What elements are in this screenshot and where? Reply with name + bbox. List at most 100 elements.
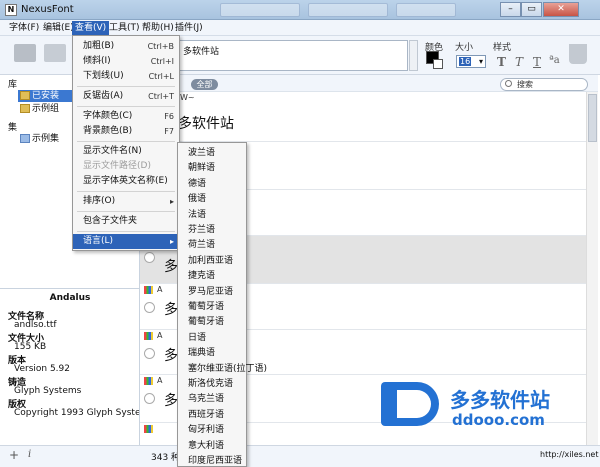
language-item[interactable]: 罗马尼亚语 — [188, 286, 233, 298]
font-row-preview: 多软件站 — [178, 116, 234, 132]
window-title: NexusFont — [21, 4, 74, 15]
search-input[interactable]: 搜索 — [500, 78, 588, 91]
sample-text-value: 多软件站 — [183, 47, 220, 57]
font-row[interactable]: W~ 多软件站 — [140, 92, 586, 142]
menu-font[interactable]: 字体(F) — [6, 21, 42, 35]
background-color-swatch[interactable] — [433, 59, 443, 69]
menu-item-label: 语言(L) — [83, 236, 114, 246]
add-folder-icon[interactable] — [44, 44, 66, 62]
menu-item-bold[interactable]: 加粗(B) Ctrl+B — [73, 39, 179, 54]
submenu-arrow-icon: ▸ — [169, 237, 174, 246]
row-radio[interactable] — [144, 393, 155, 404]
size-select[interactable]: 16 ▾ — [456, 55, 486, 68]
info-button[interactable]: i — [28, 449, 31, 460]
collection-header: 集 — [8, 123, 18, 133]
collection-icon — [20, 134, 30, 143]
menu-item-italic[interactable]: 倾斜(I) Ctrl+I — [73, 54, 179, 69]
bold-style-button[interactable]: T — [497, 55, 506, 69]
library-header: 库 — [8, 80, 18, 90]
menu-view[interactable]: 查看(V) — [72, 21, 110, 35]
language-item[interactable]: 法语 — [188, 209, 206, 221]
trash-icon[interactable] — [569, 44, 587, 64]
language-item[interactable]: 塞尔维亚语(拉丁语) — [188, 363, 267, 375]
view-menu-dropdown: 加粗(B) Ctrl+B 倾斜(I) Ctrl+I 下划线(U) Ctrl+L 反锯齿… — [72, 35, 180, 251]
language-item[interactable]: 匈牙利语 — [188, 424, 224, 436]
language-item[interactable]: 意大利语 — [188, 440, 224, 452]
sidebar-item-label: 示例组 — [32, 104, 60, 114]
underline-style-button[interactable]: T — [533, 55, 541, 69]
language-item[interactable]: 加利西亚语 — [188, 255, 233, 267]
menu-plugins[interactable]: 插件(J) — [172, 21, 206, 35]
windows-logo-icon — [144, 425, 153, 433]
menu-item-underline[interactable]: 下划线(U) Ctrl+L — [73, 69, 179, 84]
restore-button[interactable]: ▭ — [521, 2, 542, 17]
menu-item-label: 排序(O) — [83, 196, 116, 206]
folder-icon — [20, 104, 30, 113]
menu-separator — [77, 191, 175, 192]
menu-item-language[interactable]: 语言(L) ▸ — [73, 234, 179, 249]
sample-text-scrollbar[interactable] — [409, 40, 418, 71]
row-radio[interactable] — [144, 302, 155, 313]
close-button[interactable]: ✕ — [543, 2, 579, 17]
watermark-url: ddooo.com — [452, 411, 545, 429]
menu-item-sort[interactable]: 排序(O) ▸ — [73, 194, 179, 209]
language-item[interactable]: 芬兰语 — [188, 224, 215, 236]
scrollbar-thumb[interactable] — [588, 94, 597, 142]
minimize-button[interactable]: – — [500, 2, 521, 17]
menu-item-show-filepath: 显示文件路径(D) — [73, 159, 179, 174]
language-item[interactable]: 朝鲜语 — [188, 162, 215, 174]
website-link[interactable]: http://xiles.net — [540, 450, 598, 459]
language-item[interactable]: 日语 — [188, 332, 206, 344]
font-row-name: W~ — [180, 93, 195, 102]
menu-item-label: 字体颜色(C) — [83, 111, 133, 121]
menu-item-antialias[interactable]: 反锯齿(A) Ctrl+T — [73, 89, 179, 104]
chevron-down-icon: ▾ — [478, 57, 483, 66]
sample-text-input[interactable]: 多软件站 — [179, 40, 408, 71]
sidebar-item-label: 示例集 — [32, 134, 60, 144]
background-tab — [396, 3, 456, 17]
language-item[interactable]: 葡萄牙语 — [188, 316, 224, 328]
filter-all-chip[interactable]: 全部 — [191, 79, 218, 90]
menu-item-font-color[interactable]: 字体颜色(C) F6 — [73, 109, 179, 124]
language-item[interactable]: 俄语 — [188, 193, 206, 205]
font-row-name: A — [157, 285, 163, 294]
menu-item-label: 显示字体英文名称(E) — [83, 176, 168, 186]
menu-item-shortcut: Ctrl+L — [148, 72, 174, 81]
language-item[interactable]: 西班牙语 — [188, 409, 224, 421]
menu-separator — [77, 106, 175, 107]
windows-logo-icon — [144, 332, 153, 340]
language-item[interactable]: 捷克语 — [188, 270, 215, 282]
antialias-style-button[interactable]: ªa — [549, 55, 560, 66]
sidebar-item-sample-group[interactable]: 示例组 — [18, 103, 59, 115]
sidebar-item-sample-set[interactable]: 示例集 — [18, 133, 59, 145]
menu-item-background-color[interactable]: 背景颜色(B) F7 — [73, 124, 179, 139]
folder-icon — [20, 91, 30, 100]
language-item[interactable]: 波兰语 — [188, 147, 215, 159]
menu-item-show-english-name[interactable]: 显示字体英文名称(E) — [73, 174, 179, 189]
language-item[interactable]: 荷兰语 — [188, 239, 215, 251]
font-row-preview: 多 — [164, 393, 178, 409]
menu-item-label: 反锯齿(A) — [83, 91, 124, 101]
submenu-arrow-icon: ▸ — [169, 197, 174, 206]
print-icon[interactable] — [14, 44, 36, 62]
menu-item-include-subfolders[interactable]: 包含子文件夹 — [73, 214, 179, 229]
language-item[interactable]: 德语 — [188, 178, 206, 190]
add-button[interactable]: + — [9, 448, 19, 462]
row-radio[interactable] — [144, 252, 155, 263]
language-item[interactable]: 乌克兰语 — [188, 393, 224, 405]
language-item[interactable]: 斯洛伐克语 — [188, 378, 233, 390]
language-item[interactable]: 葡萄牙语 — [188, 301, 224, 313]
menu-tools[interactable]: 工具(T) — [106, 21, 143, 35]
style-label: 样式 — [493, 43, 512, 53]
language-item[interactable]: 印度尼西亚语 — [188, 455, 242, 467]
watermark-text: 多多软件站 — [450, 388, 550, 412]
menu-item-show-filename[interactable]: 显示文件名(N) — [73, 144, 179, 159]
background-tab — [308, 3, 388, 17]
menu-separator — [77, 86, 175, 87]
language-item[interactable]: 瑞典语 — [188, 347, 215, 359]
menu-item-label: 下划线(U) — [83, 71, 124, 81]
menu-item-shortcut: F6 — [164, 112, 174, 121]
row-radio[interactable] — [144, 348, 155, 359]
italic-style-button[interactable]: T — [515, 55, 523, 69]
sidebar-item-label: 已安装 — [32, 91, 60, 101]
